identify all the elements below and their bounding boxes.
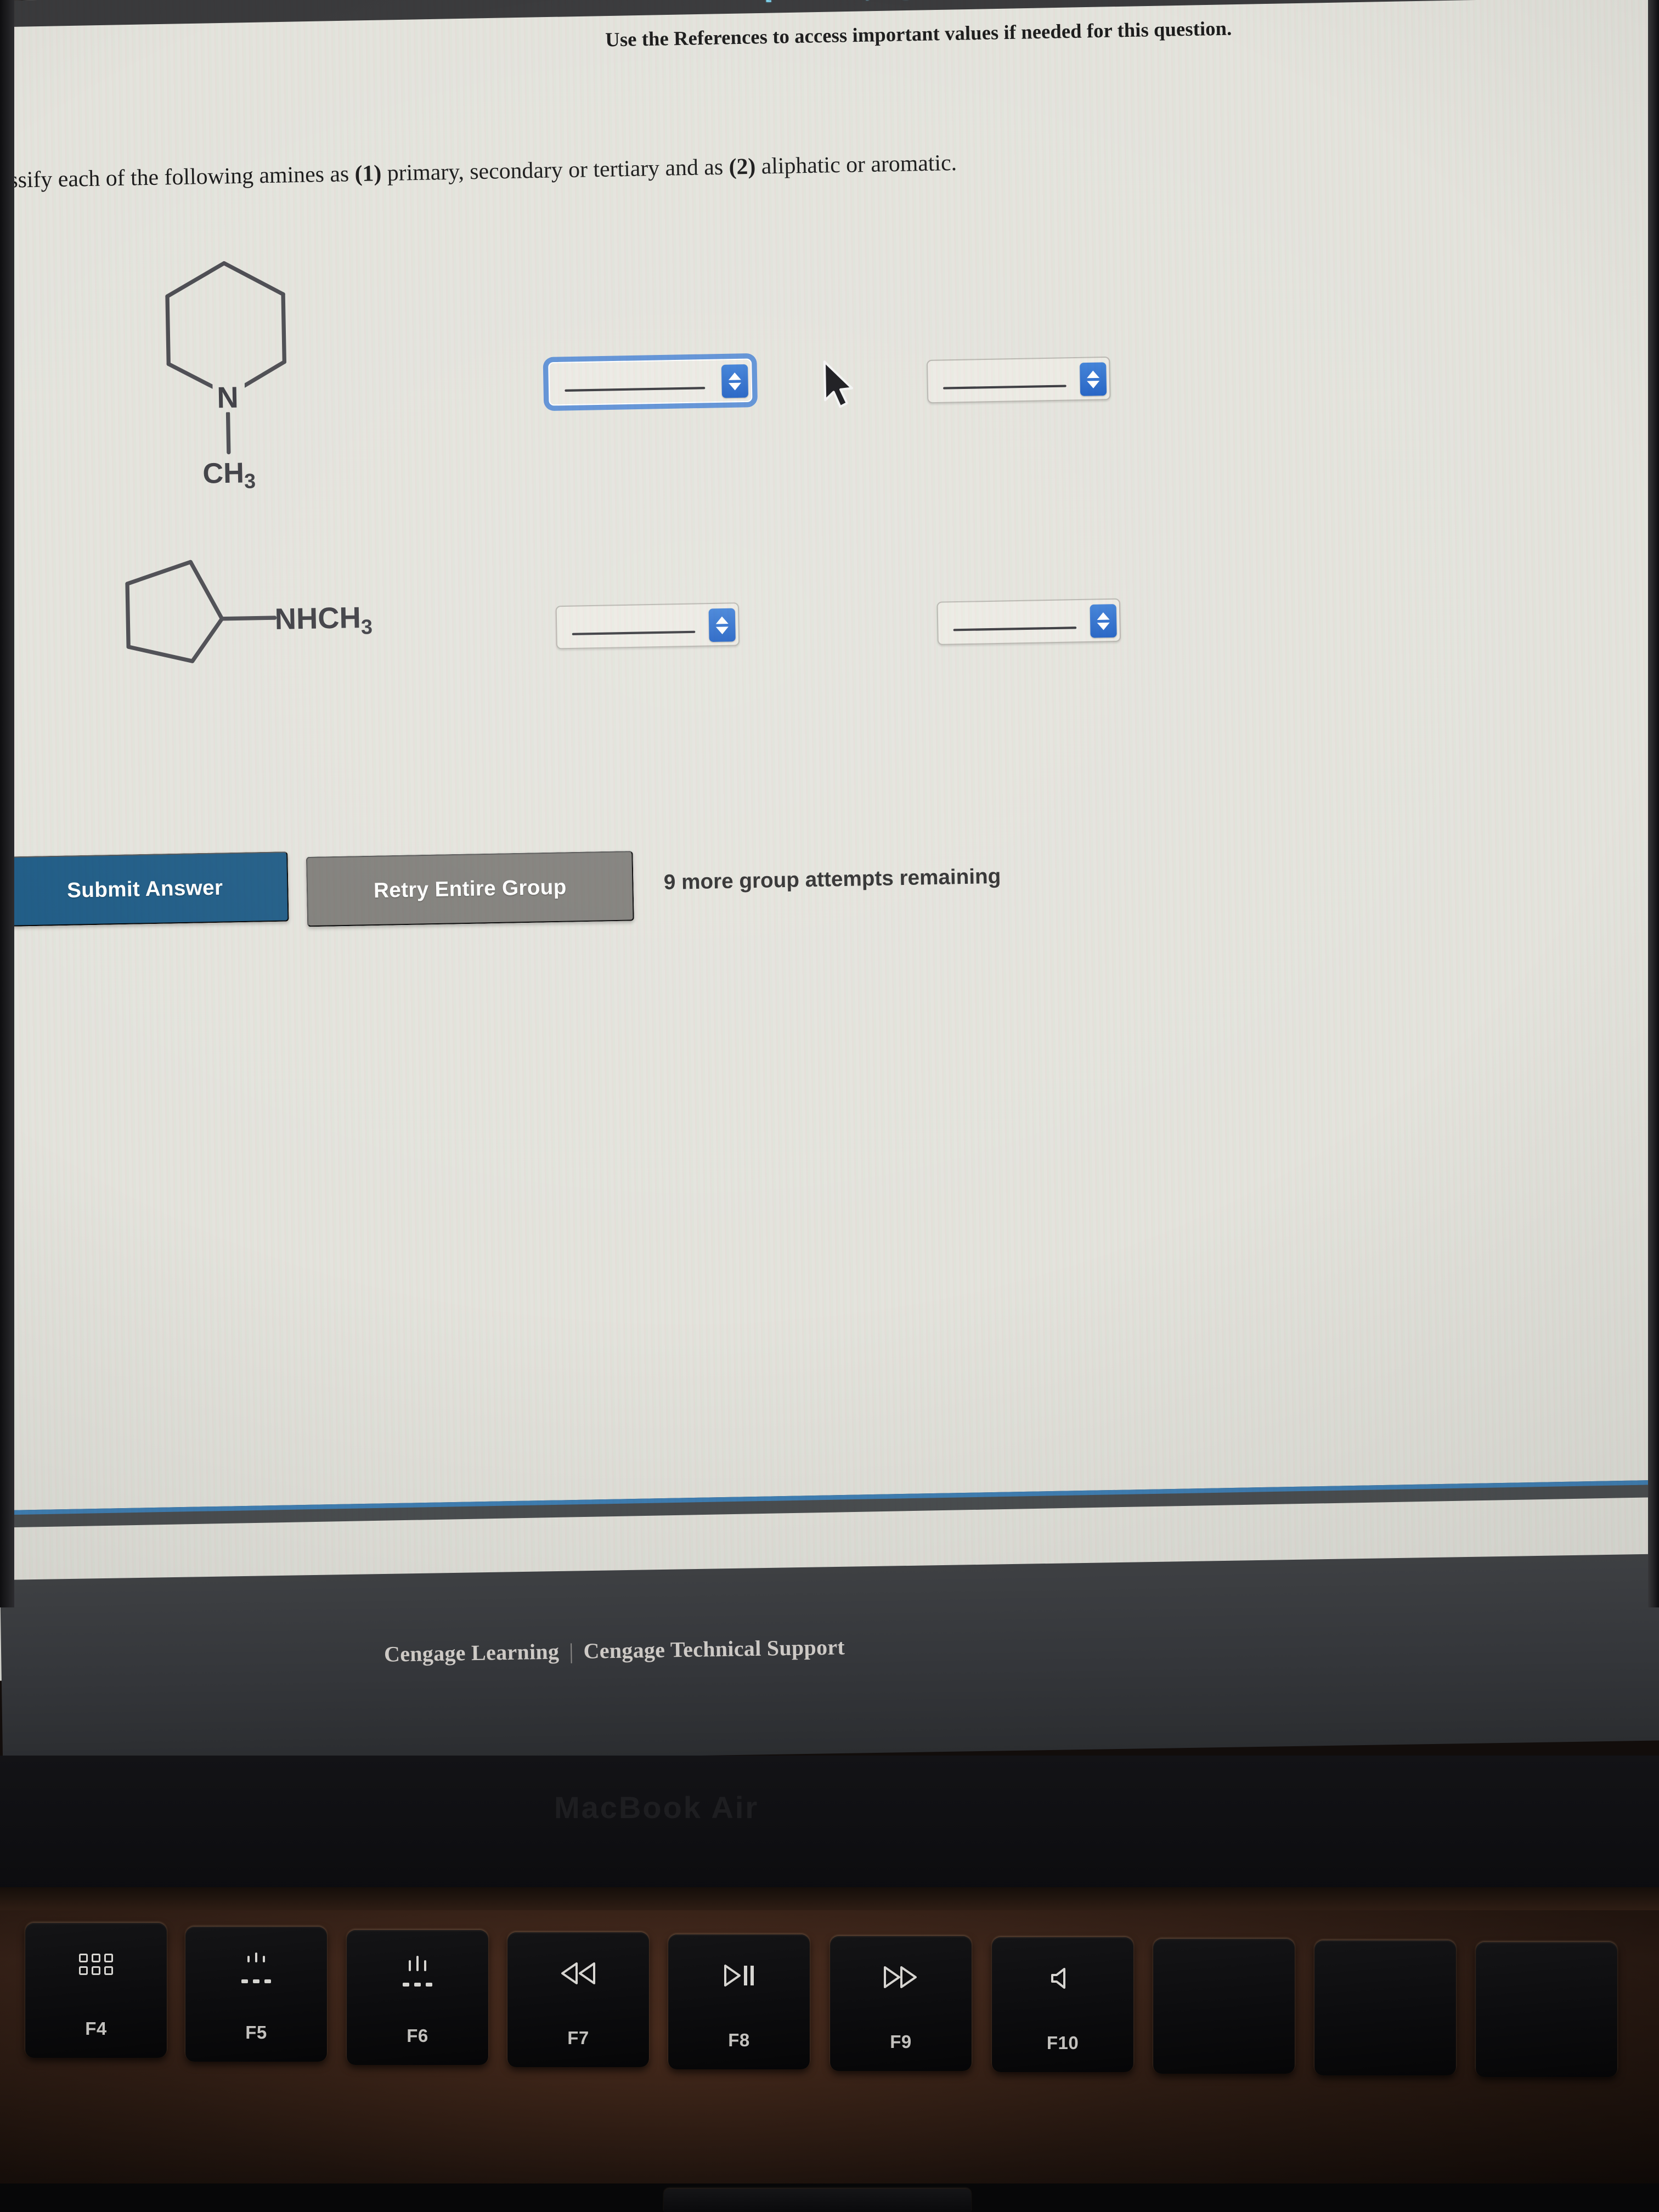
keyboard-backlight-up-icon [393, 1952, 442, 1990]
key-f8-label: F8 [728, 2030, 750, 2050]
screen-right-bezel [1648, 0, 1659, 1607]
page-footer-bar [0, 1554, 1659, 1767]
select-value-row1-col2 [943, 385, 1066, 390]
play-pause-icon [722, 1956, 756, 1995]
mouse-pointer-icon [823, 360, 853, 408]
retry-entire-group-button[interactable]: Retry Entire Group [306, 850, 634, 927]
references-hint-text: Use the References to access important v… [605, 17, 1232, 51]
key-f10-label: F10 [1046, 2033, 1079, 2053]
stepper-icon-row2-col1[interactable] [708, 608, 736, 642]
atom-label-nitrogen: N [217, 381, 239, 415]
keyboard-deck-lip [0, 1887, 1659, 1910]
content-divider [0, 1478, 1659, 1529]
molecule-structure-n-methylpiperidine: N CH3 [165, 261, 286, 493]
key-f5-label: F5 [245, 2022, 267, 2042]
stepper-icon-row1-col1[interactable] [721, 364, 749, 398]
key-f11-partial[interactable] [1153, 1939, 1295, 2074]
question-marker-1: (1) [354, 160, 382, 187]
submit-answer-button[interactable]: Submit Answer [1, 851, 289, 927]
question-marker-2: (2) [729, 153, 756, 180]
question-text-part2: primary, secondary or tertiary and as [381, 153, 729, 186]
key-f4-label: F4 [85, 2018, 107, 2039]
substituent-label-nhch3: NHCH3 [274, 601, 373, 640]
select-value-row1-col1 [565, 387, 706, 392]
select-value-row2-col1 [572, 630, 696, 635]
key-f5[interactable]: F5 [185, 1927, 327, 2062]
laptop-screen: [Review Topics] [References] Use the Ref… [0, 0, 1659, 1681]
question-text-part1: Classify each of the following amines as [0, 160, 356, 194]
fast-forward-icon [883, 1958, 919, 1996]
key-f6-label: F6 [407, 2025, 428, 2046]
key-f12-partial[interactable] [1314, 1940, 1456, 2075]
select-value-row2-col2 [953, 627, 1077, 631]
select-classification-row1-col2[interactable] [926, 356, 1111, 404]
select-classification-row2-col2[interactable] [936, 598, 1121, 646]
cengage-technical-support-link[interactable]: Cengage Technical Support [583, 1634, 845, 1663]
molecule-structure-n-methylcyclopentanamine: NHCH3 [125, 560, 373, 663]
select-classification-row2-col1[interactable] [555, 602, 740, 650]
cengage-learning-link[interactable]: Cengage Learning [384, 1639, 560, 1667]
rewind-icon [560, 1954, 596, 1993]
stepper-icon-row1-col2[interactable] [1080, 362, 1107, 396]
laptop-photo: [Review Topics] [References] Use the Ref… [0, 0, 1659, 2212]
key-f9-label: F9 [890, 2032, 912, 2052]
key-f6[interactable]: F6 [347, 1930, 488, 2065]
key-f7-label: F7 [567, 2028, 589, 2048]
substituent-label-ch3: CH3 [202, 457, 256, 493]
key-f7[interactable]: F7 [507, 1932, 649, 2067]
review-topics-link[interactable]: [Review Topics] [765, 0, 910, 3]
key-f4[interactable]: F4 [25, 1923, 167, 2058]
macbook-air-logo: MacBook Air [554, 1790, 759, 1825]
key-touchid-partial[interactable] [1476, 1942, 1617, 2077]
key-number-row-partial[interactable] [664, 2189, 971, 2212]
key-f8[interactable]: F8 [668, 1934, 810, 2069]
launchpad-grid-icon [79, 1945, 113, 1983]
select-classification-row1-col1[interactable] [548, 358, 753, 406]
question-prompt: Classify each of the following amines as… [0, 138, 1525, 195]
mute-icon [1050, 1959, 1075, 1997]
footer-separator: | [568, 1639, 574, 1664]
key-f9[interactable]: F9 [830, 1936, 972, 2071]
keyboard-backlight-down-icon [232, 1949, 281, 1987]
key-f10[interactable]: F10 [992, 1937, 1133, 2072]
stepper-icon-row2-col2[interactable] [1090, 604, 1117, 638]
attempts-remaining-text: 9 more group attempts remaining [663, 864, 1001, 894]
screen-left-bezel [0, 0, 14, 1607]
question-text-part3: aliphatic or aromatic. [755, 149, 957, 179]
webpage-content: [Review Topics] [References] Use the Ref… [0, 0, 1659, 1681]
